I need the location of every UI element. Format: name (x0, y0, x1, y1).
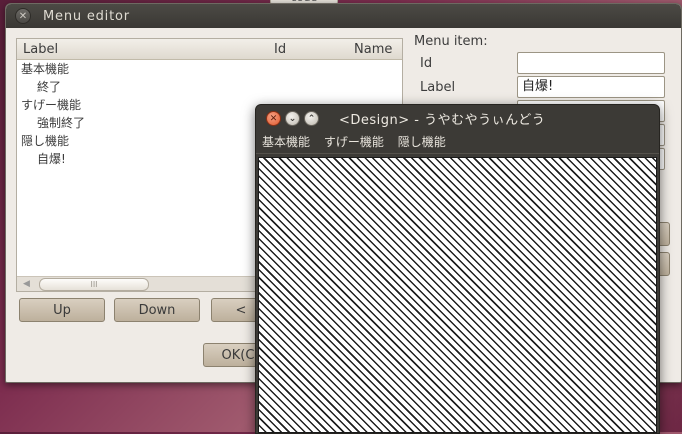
label-label: Label (420, 80, 456, 95)
menu-item-group-title: Menu item: (414, 34, 488, 49)
menu-basic[interactable]: 基本機能 (262, 135, 310, 149)
design-titlebar: ✕ ⌄ ⌃ <Design> - うやむやうぃんどう (256, 105, 659, 131)
menu-hidden[interactable]: 隠し機能 (398, 135, 446, 149)
design-window: ✕ ⌄ ⌃ <Design> - うやむやうぃんどう 基本機能 すげー機能 隠し… (255, 104, 660, 434)
column-header-label[interactable]: Label (23, 42, 58, 57)
close-icon[interactable]: ✕ (15, 8, 31, 24)
window-title: Menu editor (43, 8, 130, 24)
tree-row[interactable]: 基本機能 (17, 60, 402, 78)
minimize-icon[interactable]: ⌄ (285, 110, 300, 126)
tree-row[interactable]: 終了 (17, 78, 402, 96)
column-header-name[interactable]: Name (354, 42, 392, 57)
up-button[interactable]: Up (19, 298, 105, 322)
close-icon[interactable]: ✕ (266, 110, 281, 126)
tree-header: Label Id Name (17, 39, 402, 60)
scroll-left-icon[interactable]: ◀ (23, 277, 30, 291)
menu-editor-titlebar: ✕ Menu editor (6, 4, 681, 28)
design-menubar: 基本機能 すげー機能 隠し機能 (256, 131, 659, 154)
scrollbar-thumb[interactable]: III (39, 278, 149, 291)
id-field[interactable] (517, 52, 665, 74)
id-label: Id (420, 56, 433, 71)
maximize-icon[interactable]: ⌃ (304, 110, 319, 126)
menu-awesome[interactable]: すげー機能 (324, 135, 384, 149)
column-header-id[interactable]: Id (274, 42, 286, 57)
design-canvas[interactable] (258, 157, 657, 433)
label-field[interactable]: 自爆! (517, 76, 665, 98)
down-button[interactable]: Down (114, 298, 200, 322)
design-window-title: <Design> - うやむやうぃんどう (339, 112, 546, 128)
